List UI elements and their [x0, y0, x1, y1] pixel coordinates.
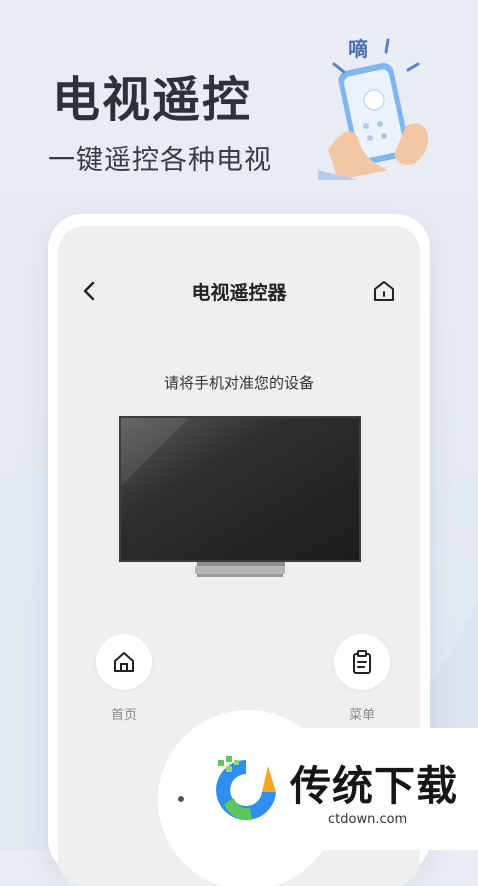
home-top-button[interactable] — [371, 278, 397, 304]
watermark: 传统下载 ctdown.com — [204, 728, 478, 850]
home-icon — [114, 652, 134, 672]
hand-phone-illustration: 嘀 — [318, 37, 429, 180]
ctdown-logo — [216, 756, 276, 821]
watermark-name: 传统下载 — [290, 762, 458, 810]
screen-title: 电视遥控器 — [191, 282, 287, 304]
watermark-url: ctdown.com — [328, 812, 408, 827]
promo-title: 电视遥控 — [52, 72, 253, 128]
clipboard-icon — [353, 650, 371, 674]
pointing-instruction: 请将手机对准您的设备 — [163, 374, 314, 392]
home-button[interactable] — [96, 634, 152, 690]
home-icon — [374, 281, 394, 301]
tv-image — [119, 416, 361, 577]
menu-button[interactable] — [334, 634, 390, 690]
home-button-label: 首页 — [110, 708, 137, 723]
direction-left-indicator[interactable] — [178, 796, 184, 802]
menu-button-label: 菜单 — [348, 708, 375, 723]
promo-subtitle: 一键遥控各种电视 — [48, 145, 272, 176]
beep-text: 嘀 — [348, 37, 368, 61]
